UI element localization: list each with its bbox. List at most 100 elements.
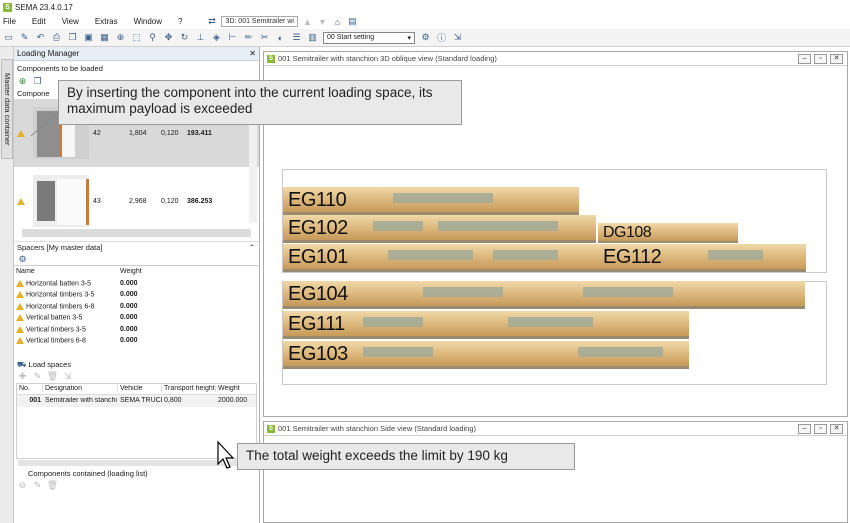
print-icon[interactable]: ⎙ <box>51 32 62 43</box>
bundle-dg108[interactable]: DG108 <box>598 223 738 243</box>
switch-window-icon[interactable]: ⇄ <box>206 16 217 27</box>
minimize-button[interactable]: – <box>798 54 811 64</box>
collapse-icon[interactable]: ⌃ <box>249 243 255 252</box>
pen-icon[interactable]: ✏ <box>243 32 254 43</box>
bundle-eg111[interactable]: EG111 <box>283 311 689 339</box>
spacer-row[interactable]: Horizontal timbers 6-8 0.000 <box>14 301 259 313</box>
edit-list-icon[interactable]: ✎ <box>32 480 43 491</box>
spacer-weight: 0.000 <box>120 291 138 299</box>
warning-icon <box>16 279 24 287</box>
copy-icon[interactable]: ❐ <box>32 76 43 87</box>
menu-file[interactable]: File <box>3 17 16 26</box>
menu-edit[interactable]: Edit <box>32 17 46 26</box>
menu-view[interactable]: View <box>62 17 79 26</box>
tools-icon[interactable]: ✎ <box>19 32 30 43</box>
contained-title: Components contained (loading list) <box>28 469 148 478</box>
components-column-label: Compone <box>17 88 50 98</box>
master-data-tab[interactable]: Master data container <box>1 59 13 159</box>
bundle-label: EG110 <box>288 189 347 211</box>
settings-icon[interactable]: ⚙ <box>420 32 431 43</box>
copy-icon[interactable]: ❐ <box>67 32 78 43</box>
close-button[interactable]: ✕ <box>830 54 843 64</box>
close-button[interactable]: ✕ <box>830 424 843 434</box>
window-logo-icon: S <box>267 424 275 433</box>
minimize-button[interactable]: – <box>798 424 811 434</box>
load-spaces-section: ⛟ Load spaces <box>14 359 259 371</box>
document-tab[interactable]: 3D: 001 Semitrailer wi <box>221 16 298 27</box>
bundle-eg112[interactable]: EG112 <box>598 244 806 272</box>
arrow-down-icon[interactable]: ▼ <box>317 16 328 27</box>
spacer-name: Vertical timbers 6-8 <box>26 337 86 345</box>
spacer-name: Horizontal batten 3-5 <box>26 279 91 287</box>
remove-icon[interactable]: ⊖ <box>17 480 28 491</box>
bundle-eg104[interactable]: EG104 <box>283 281 805 309</box>
load-spaces-header-row: No. Designation Vehicle Transport height… <box>17 384 256 395</box>
bundle-eg103[interactable]: EG103 <box>283 341 689 369</box>
spacer-row[interactable]: Vertical timbers 3-5 0.000 <box>14 324 259 336</box>
component-weight: 386.253 <box>187 197 213 205</box>
spacer-row[interactable]: Vertical timbers 6-8 0.000 <box>14 335 259 347</box>
load-space-vehicle: SEMA TRUCK <box>120 397 162 405</box>
bundle-eg102[interactable]: EG102 <box>283 215 596 243</box>
spacer-row[interactable]: Vertical batten 3-5 0.000 <box>14 312 259 324</box>
edit-icon[interactable]: ✎ <box>32 371 43 382</box>
arrow-up-icon[interactable]: ▲ <box>302 16 313 27</box>
select-icon[interactable]: ⬚ <box>131 32 142 43</box>
new-icon[interactable]: ▭ <box>3 32 14 43</box>
cut-icon[interactable]: ✂ <box>259 32 270 43</box>
spacers-toolbar: ⚙ <box>14 253 259 265</box>
mouse-cursor-icon <box>217 440 235 469</box>
target-icon[interactable]: ⊕ <box>115 32 126 43</box>
add-load-space-icon[interactable]: ✚ <box>17 371 28 382</box>
bundle-eg101[interactable]: EG101 <box>283 244 599 272</box>
side-view-window: S 001 Semitrailer with stanchion Side vi… <box>263 421 848 523</box>
view-icon[interactable]: ◈ <box>211 32 222 43</box>
spacer-weight: 0.000 <box>120 279 138 287</box>
restore-button[interactable]: ▫ <box>814 424 827 434</box>
menu-window[interactable]: Window <box>134 17 162 26</box>
measure-icon[interactable]: ⊢ <box>227 32 238 43</box>
spacer-name: Horizontal timbers 6-8 <box>26 302 95 310</box>
window-logo-icon: S <box>267 54 275 63</box>
move-icon[interactable]: ✥ <box>163 32 174 43</box>
spacer-weight: 0.000 <box>120 337 138 345</box>
warning-icon <box>17 129 25 137</box>
import-icon[interactable]: ⇲ <box>62 371 73 382</box>
add-icon[interactable]: ⊕ <box>17 76 28 87</box>
axes-icon[interactable]: ⊥ <box>195 32 206 43</box>
spacer-settings-icon[interactable]: ⚙ <box>17 254 28 265</box>
close-icon[interactable]: ✕ <box>249 49 256 58</box>
restore-button[interactable]: ▫ <box>814 54 827 64</box>
export-icon[interactable]: ⇲ <box>452 32 463 43</box>
home-icon[interactable]: ⌂ <box>332 16 343 27</box>
rotate-icon[interactable]: ↻ <box>179 32 190 43</box>
menu-help[interactable]: ? <box>178 17 182 26</box>
bundle-label: EG101 <box>288 246 348 268</box>
load-space-weight: 2000.000 <box>218 397 248 405</box>
payload-callout-text: By inserting the component into the curr… <box>67 85 433 116</box>
hide-icon[interactable]: ◐ <box>275 32 286 43</box>
paste-icon[interactable]: ▣ <box>83 32 94 43</box>
grid-icon[interactable]: ▦ <box>99 32 110 43</box>
undo-icon[interactable]: ↶ <box>35 32 46 43</box>
load-space-row[interactable]: 001 Semitrailer with stanchi SEMA TRUCK … <box>17 395 256 407</box>
zoom-icon[interactable]: ⚲ <box>147 32 158 43</box>
table-icon[interactable]: ▥ <box>307 32 318 43</box>
layers-icon[interactable]: ▤ <box>347 16 358 27</box>
clear-icon[interactable]: 🗑 <box>47 480 58 491</box>
menu-extras[interactable]: Extras <box>95 17 118 26</box>
component-row[interactable]: 43 2,968 0,120 386.253 <box>14 167 259 235</box>
warning-icon <box>16 314 24 322</box>
col-transport-height: Transport height <box>164 385 216 393</box>
list-icon[interactable]: ☰ <box>291 32 302 43</box>
bundle-eg110[interactable]: EG110 <box>283 187 579 215</box>
view-setting-dropdown[interactable]: 00 Start setting ▾ <box>323 31 415 44</box>
warning-icon <box>16 325 24 333</box>
view3d-title: 001 Semitrailer with stanchion 3D obliqu… <box>278 54 497 63</box>
info-icon[interactable]: ⓘ <box>436 32 447 43</box>
spacer-row[interactable]: Horizontal timbers 3-5 0.000 <box>14 289 259 301</box>
spacer-row[interactable]: Horizontal batten 3-5 0.000 <box>14 278 259 290</box>
contained-toolbar: ⊖ ✎ 🗑 <box>14 480 259 492</box>
delete-icon[interactable]: 🗑 <box>47 371 58 382</box>
spacers-title: Spacers [My master data] <box>17 243 103 252</box>
